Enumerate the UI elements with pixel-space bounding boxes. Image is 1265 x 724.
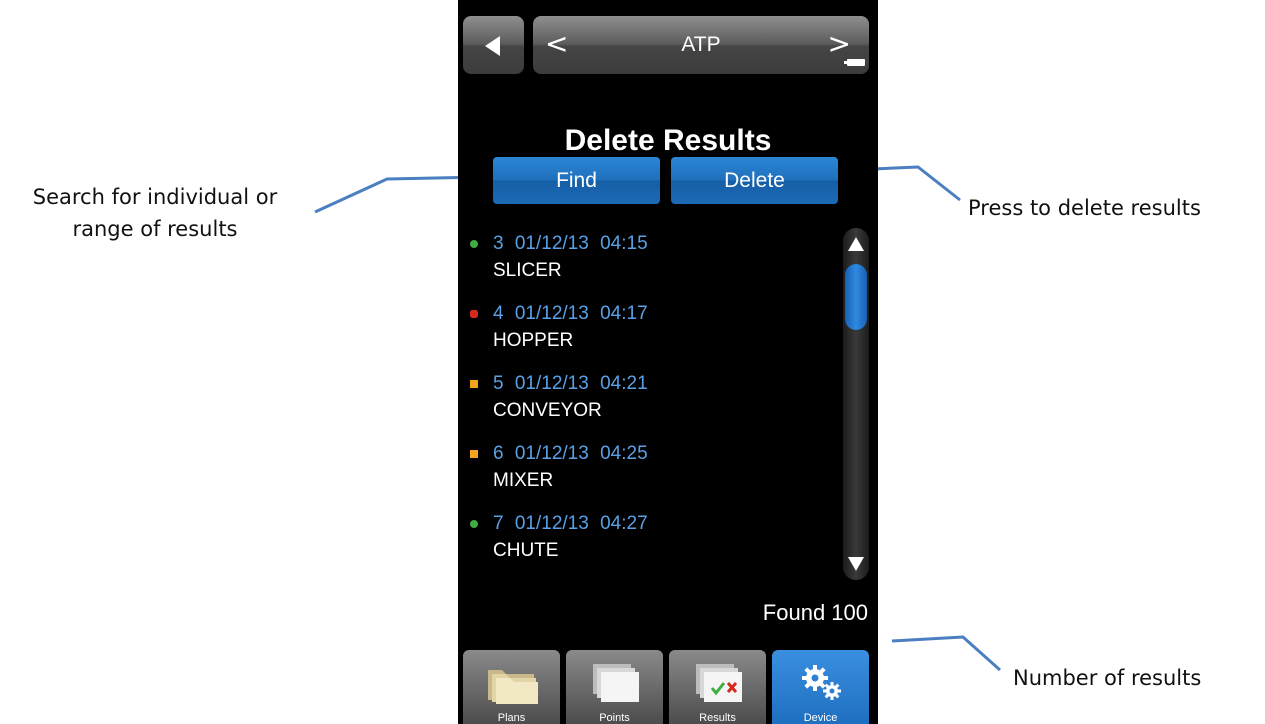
results-check-icon [695,664,742,702]
result-name: HOPPER [493,330,574,351]
tab-results[interactable]: Results [669,650,766,724]
result-meta: 3 01/12/13 04:15 [493,233,648,255]
gears-icon [801,665,841,700]
tab-device-label: Device [803,712,838,724]
result-date: 01/12/13 [514,233,589,254]
result-name: CONVEYOR [493,400,602,421]
result-id: 5 [493,373,504,394]
result-name: MIXER [493,470,554,491]
result-count: Found 100 [762,600,868,625]
back-arrow-icon [485,36,500,56]
delete-button[interactable]: Delete [671,157,838,204]
result-id: 3 [493,233,504,254]
scroll-down-icon[interactable] [848,557,864,571]
scrollbar-thumb[interactable] [845,264,867,330]
find-callout-line1: Search for individual or [32,185,278,209]
result-row[interactable]: 4 01/12/13 04:17 HOPPER [458,303,838,371]
find-button[interactable]: Find [493,157,660,204]
result-name: SLICER [493,260,562,281]
next-arrow-icon[interactable]: > [828,30,851,58]
result-date: 01/12/13 [514,443,589,464]
tab-device[interactable]: Device [772,650,869,724]
result-id: 6 [493,443,504,464]
find-callout-line2: range of results [72,217,238,241]
tab-points-label: Points [599,712,630,724]
result-time: 04:25 [600,443,648,464]
status-pass-icon [470,240,478,248]
device-screen: < ATP > Delete Results Find Delete 3 01/… [458,0,878,724]
result-date: 01/12/13 [514,373,589,394]
result-row[interactable]: 7 01/12/13 04:27 CHUTE [458,513,838,581]
result-time: 04:15 [600,233,648,254]
result-meta: 6 01/12/13 04:25 [493,443,648,465]
result-row[interactable]: 6 01/12/13 04:25 MIXER [458,443,838,511]
scroll-up-icon[interactable] [848,237,864,251]
status-fail-icon [470,310,478,318]
status-caution-icon [470,380,478,388]
pages-icon [592,664,639,702]
folder-icon [487,670,538,704]
tab-plans[interactable]: Plans [463,650,560,724]
tab-results-label: Results [699,712,736,724]
result-date: 01/12/13 [514,303,589,324]
status-caution-icon [470,450,478,458]
status-pass-icon [470,520,478,528]
back-button[interactable] [463,16,524,74]
scrollbar[interactable] [843,228,869,580]
battery-icon [844,59,865,66]
test-type-title: ATP [681,33,721,56]
result-meta: 7 01/12/13 04:27 [493,513,648,535]
result-meta: 5 01/12/13 04:21 [493,373,648,395]
result-time: 04:17 [600,303,648,324]
result-time: 04:27 [600,513,648,534]
result-row[interactable]: 3 01/12/13 04:15 SLICER [458,233,838,301]
delete-callout-text: Press to delete results [968,196,1201,220]
result-id: 4 [493,303,504,324]
result-name: CHUTE [493,540,559,561]
result-time: 04:21 [600,373,648,394]
test-type-selector[interactable]: < ATP > [533,16,869,74]
find-callout-text: Search for individual or range of result… [10,181,300,245]
count-callout-text: Number of results [1013,666,1202,690]
result-date: 01/12/13 [514,513,589,534]
tab-points[interactable]: Points [566,650,663,724]
tab-plans-label: Plans [497,712,526,724]
result-id: 7 [493,513,504,534]
count-callout-line [891,635,1001,672]
page-title: Delete Results [564,124,772,157]
result-row[interactable]: 5 01/12/13 04:21 CONVEYOR [458,373,838,441]
result-meta: 4 01/12/13 04:17 [493,303,648,325]
